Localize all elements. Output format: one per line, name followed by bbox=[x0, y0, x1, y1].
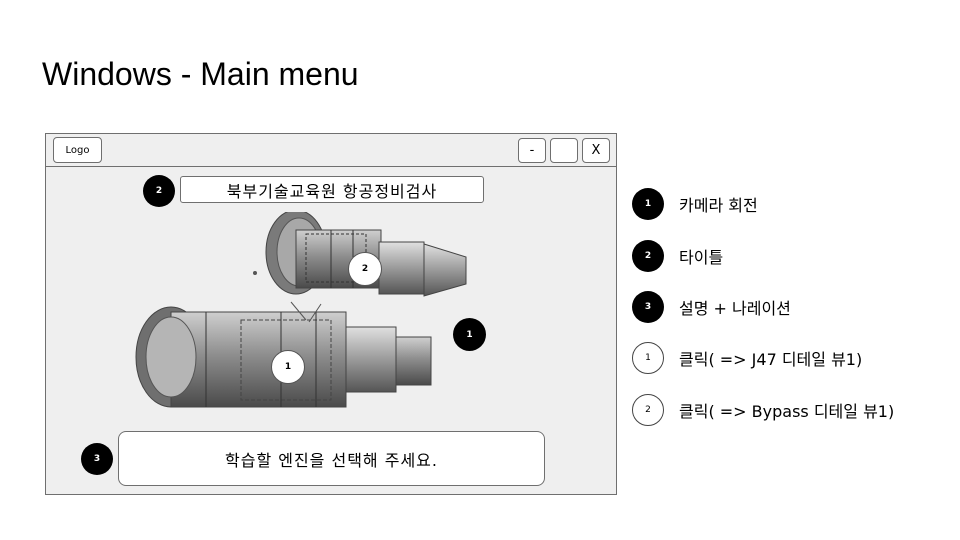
j47-engine-hotspot[interactable]: 1 bbox=[271, 350, 305, 384]
logo-button[interactable]: Logo bbox=[53, 137, 102, 163]
legend-badge: 3 bbox=[632, 291, 664, 323]
engine-3d-viewport[interactable] bbox=[131, 212, 491, 427]
minimize-button[interactable]: - bbox=[518, 138, 546, 163]
legend-badge: 1 bbox=[632, 342, 664, 374]
app-title-box: 북부기술교육원 항공정비검사 bbox=[180, 176, 484, 203]
maximize-button[interactable] bbox=[550, 138, 578, 163]
legend-item: 2 타이틀 bbox=[632, 239, 723, 273]
bypass-engine-hotspot[interactable]: 2 bbox=[348, 252, 382, 286]
app-window: Logo - X 2 북부기술교육원 항공정비검사 2 1 1 3 학습할 엔진… bbox=[45, 133, 617, 495]
legend-label: 클릭( => Bypass 디테일 뷰1) bbox=[679, 402, 895, 421]
slide-title: Windows - Main menu bbox=[42, 56, 359, 92]
window-titlebar: Logo - X bbox=[46, 134, 616, 167]
legend-item: 3 설명 + 나레이션 bbox=[632, 290, 791, 324]
legend-item: 2 클릭( => Bypass 디테일 뷰1) bbox=[632, 393, 894, 427]
legend-item: 1 카메라 회전 bbox=[632, 187, 758, 221]
legend-label: 클릭( => J47 디테일 뷰1) bbox=[679, 350, 863, 369]
legend-badge: 2 bbox=[632, 394, 664, 426]
close-button[interactable]: X bbox=[582, 138, 610, 163]
camera-rotate-annotation-badge: 1 bbox=[453, 318, 486, 351]
legend-badge: 2 bbox=[632, 240, 664, 272]
narration-annotation-badge: 3 bbox=[81, 443, 113, 475]
legend-label: 카메라 회전 bbox=[679, 196, 758, 215]
legend-item: 1 클릭( => J47 디테일 뷰1) bbox=[632, 341, 862, 375]
narration-box: 학습할 엔진을 선택해 주세요. bbox=[118, 431, 545, 486]
title-annotation-badge: 2 bbox=[143, 175, 175, 207]
legend-label: 설명 + 나레이션 bbox=[679, 299, 791, 318]
legend-badge: 1 bbox=[632, 188, 664, 220]
legend-label: 타이틀 bbox=[679, 248, 724, 267]
